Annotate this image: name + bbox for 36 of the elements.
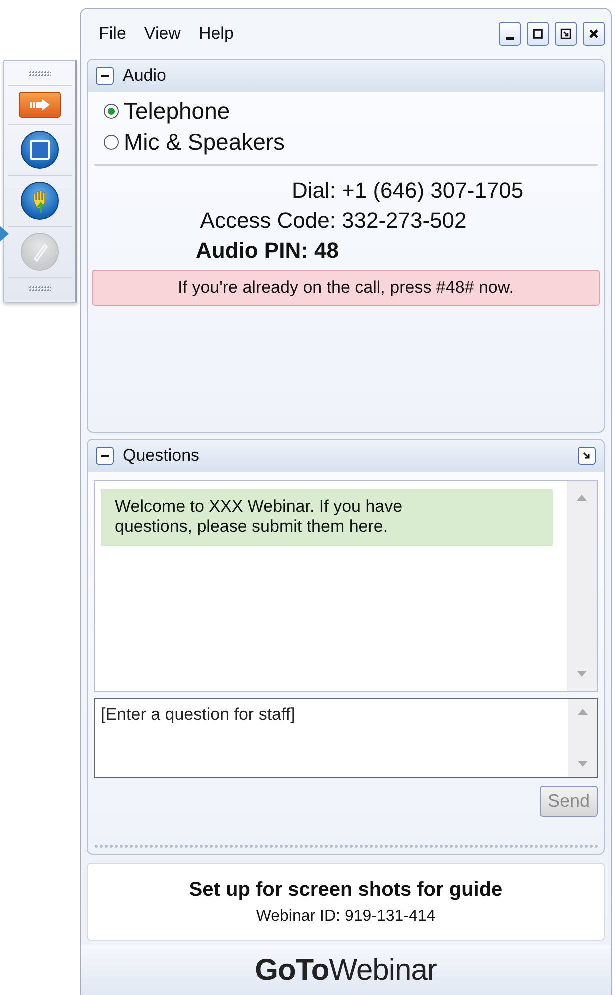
menu-item[interactable]: File xyxy=(99,24,126,44)
panel-title: Audio xyxy=(123,66,166,86)
collapse-button[interactable] xyxy=(96,447,114,465)
webinar-title: Set up for screen shots for guide xyxy=(189,878,503,902)
raise-hand-button[interactable] xyxy=(20,182,58,220)
radio-option[interactable]: Telephone xyxy=(104,98,588,125)
webinar-id: Webinar ID: 919-131-414 xyxy=(256,908,436,926)
collapse-button[interactable] xyxy=(96,67,114,85)
panel-title: Questions xyxy=(123,446,200,466)
arrow-button[interactable] xyxy=(18,92,60,118)
radio-option[interactable]: Mic & Speakers xyxy=(104,129,588,156)
menu-item[interactable]: Help xyxy=(198,24,234,44)
popout-icon xyxy=(560,28,572,40)
popout-button[interactable] xyxy=(555,22,577,46)
close-icon xyxy=(588,28,600,40)
stop-button[interactable] xyxy=(20,131,58,169)
close-button[interactable] xyxy=(583,22,605,46)
audio-pin: Audio PIN: 48 xyxy=(195,238,340,264)
maximize-icon xyxy=(532,28,544,40)
message: Welcome to XXX Webinar. If you have questions, please submit them here. xyxy=(101,489,553,546)
notice-banner: If you're already on the call, press #48# now. xyxy=(92,270,600,306)
stop-icon xyxy=(30,140,50,160)
minimize-icon xyxy=(506,36,514,40)
logo: GoToWebinar xyxy=(255,954,437,988)
maximize-button[interactable] xyxy=(527,22,549,46)
grip-icon xyxy=(28,71,50,77)
detail-label: Dial: xyxy=(290,178,336,204)
menu-item[interactable]: View xyxy=(144,24,181,44)
grip-icon xyxy=(28,286,50,292)
detail-value: 332-273-502 xyxy=(342,208,468,234)
minimize-button[interactable] xyxy=(499,22,521,46)
detail-value: +1 (646) 307-1705 xyxy=(342,178,525,204)
arrow-icon xyxy=(28,98,52,112)
popout-icon xyxy=(581,450,593,462)
popout-button[interactable] xyxy=(578,447,596,465)
detail-label: Access Code: xyxy=(199,208,336,234)
